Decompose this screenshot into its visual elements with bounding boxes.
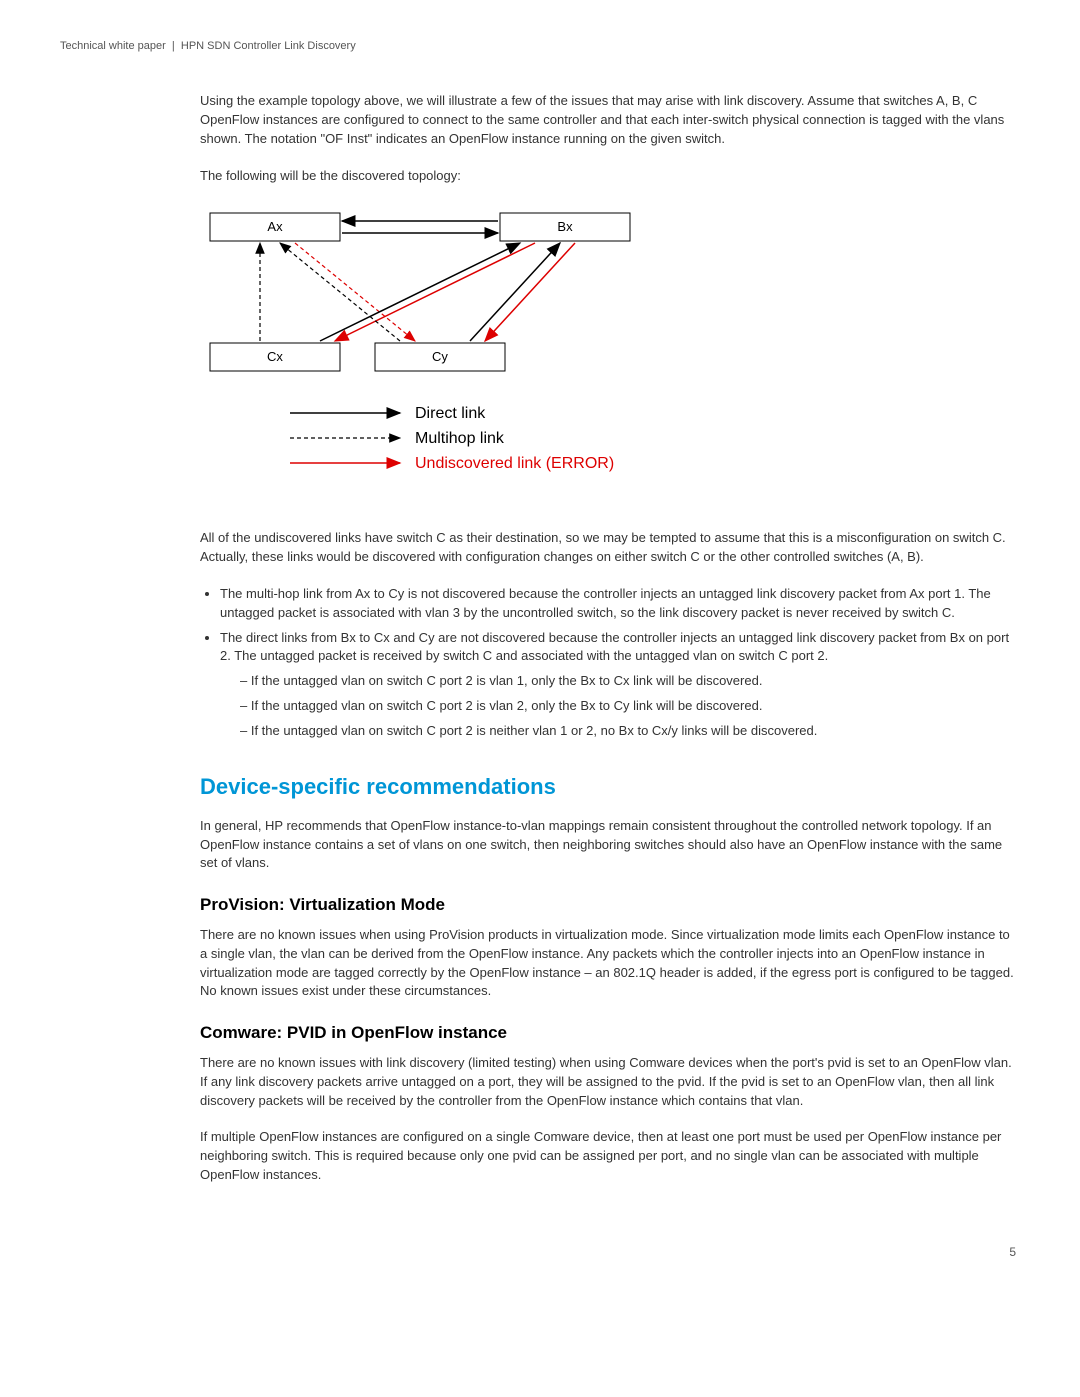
bullet-2: The direct links from Bx to Cx and Cy ar… xyxy=(220,629,1020,741)
content-column: Using the example topology above, we wil… xyxy=(200,92,1020,1185)
bullet-1: The multi-hop link from Ax to Cy is not … xyxy=(220,585,1020,623)
bullet-2-text: The direct links from Bx to Cx and Cy ar… xyxy=(220,630,1009,664)
sub-1: If the untagged vlan on switch C port 2 … xyxy=(240,672,1020,691)
intro-paragraph-1: Using the example topology above, we wil… xyxy=(200,92,1020,149)
issue-bullets: The multi-hop link from Ax to Cy is not … xyxy=(200,585,1020,741)
legend-direct: Direct link xyxy=(415,405,486,422)
subsection-1-paragraph: There are no known issues when using Pro… xyxy=(200,926,1020,1001)
section-heading: Device-specific recommendations xyxy=(200,771,1020,803)
intro-paragraph-2: The following will be the discovered top… xyxy=(200,167,1020,186)
node-cx: Cx xyxy=(267,349,283,364)
doc-type: Technical white paper xyxy=(60,40,166,52)
subsection-1-heading: ProVision: Virtualization Mode xyxy=(200,893,1020,918)
legend-multihop: Multihop link xyxy=(415,430,505,447)
sub-3: If the untagged vlan on switch C port 2 … xyxy=(240,722,1020,741)
subsection-2-paragraph-2: If multiple OpenFlow instances are confi… xyxy=(200,1128,1020,1185)
bullet-2-sublist: If the untagged vlan on switch C port 2 … xyxy=(220,672,1020,741)
legend-error: Undiscovered link (ERROR) xyxy=(415,455,614,472)
node-ax: Ax xyxy=(267,219,283,234)
node-bx: Bx xyxy=(557,219,573,234)
topology-diagram: Ax Bx Cx Cy xyxy=(200,203,1020,509)
subsection-2-heading: Comware: PVID in OpenFlow instance xyxy=(200,1021,1020,1046)
node-cy: Cy xyxy=(432,349,448,364)
section-intro: In general, HP recommends that OpenFlow … xyxy=(200,817,1020,874)
subsection-2-paragraph-1: There are no known issues with link disc… xyxy=(200,1054,1020,1111)
diagram-svg: Ax Bx Cx Cy xyxy=(200,203,680,503)
page-number: 5 xyxy=(60,1245,1020,1259)
page: Technical white paper | HPN SDN Controll… xyxy=(0,0,1080,1299)
sub-2: If the untagged vlan on switch C port 2 … xyxy=(240,697,1020,716)
after-diagram-paragraph: All of the undiscovered links have switc… xyxy=(200,529,1020,567)
doc-title: HPN SDN Controller Link Discovery xyxy=(181,40,356,52)
running-header: Technical white paper | HPN SDN Controll… xyxy=(60,40,1020,52)
